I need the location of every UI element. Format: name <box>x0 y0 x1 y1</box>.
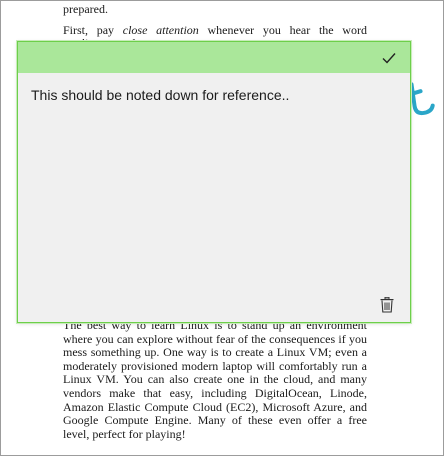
trash-icon <box>380 297 394 313</box>
book-text-run: First, pay <box>63 22 123 37</box>
book-emphasis: close attention <box>122 22 199 37</box>
screenshot-frame: prepared. First, pay close attention whe… <box>0 0 444 456</box>
sticky-note-text[interactable]: This should be noted down for reference.… <box>31 87 289 103</box>
book-line: prepared. <box>63 2 108 16</box>
delete-note-button[interactable] <box>378 296 396 314</box>
confirm-button[interactable] <box>380 49 398 67</box>
book-text-run: whenever you hear the word <box>198 22 367 37</box>
check-icon <box>382 53 396 64</box>
book-page-bottom-text: The best way to learn Linux is to stand … <box>63 318 367 441</box>
book-paragraph: The best way to learn Linux is to stand … <box>63 318 367 441</box>
sticky-note-window[interactable]: This should be noted down for reference.… <box>17 41 411 323</box>
sticky-note-title-bar[interactable] <box>18 42 410 73</box>
